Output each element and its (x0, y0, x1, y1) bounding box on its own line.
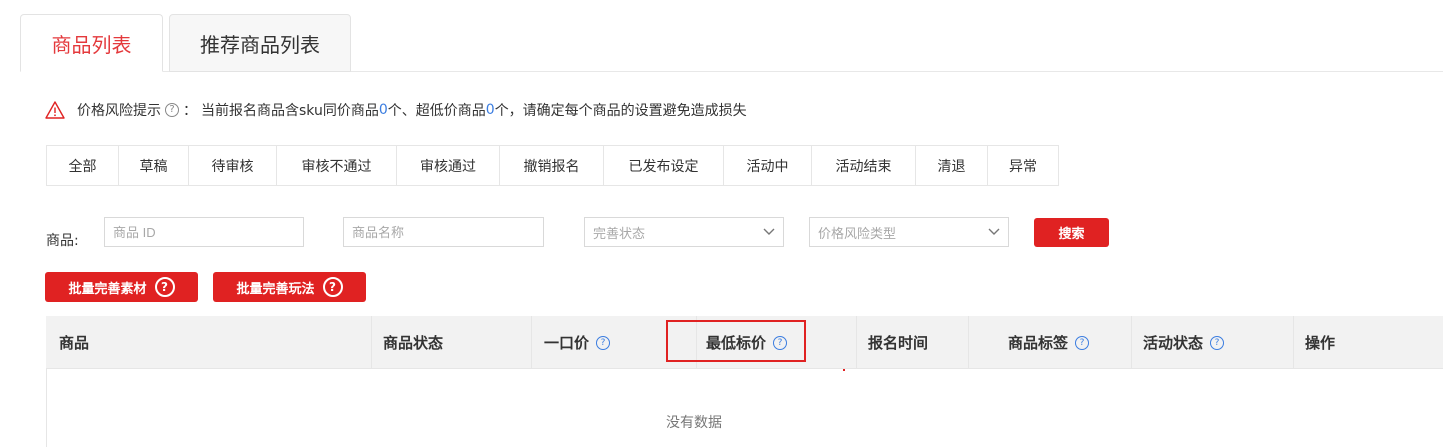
help-icon[interactable]: ? (165, 103, 179, 117)
notice-colon: ： (183, 103, 197, 119)
column-product-tags: 商品标签 ? (1008, 316, 1090, 369)
column-product-status: 商品状态 (383, 334, 444, 352)
column-product: 商品 (59, 334, 90, 352)
chevron-down-icon (988, 228, 1000, 235)
price-risk-type-value: 价格风险类型 (818, 226, 897, 242)
batch-complete-gameplay-button[interactable]: 批量完善玩法 ? (213, 272, 366, 302)
help-icon[interactable]: ? (154, 277, 175, 297)
batch-complete-material-button[interactable]: 批量完善素材 ? (45, 272, 198, 302)
fixed-price-label: 一口价 (544, 334, 590, 352)
column-divider (856, 316, 857, 369)
product-name-input[interactable] (343, 217, 544, 247)
column-signup-time: 报名时间 (868, 334, 929, 352)
table-body (46, 369, 1443, 447)
tab-bar: 商品列表 推荐商品列表 (20, 14, 1443, 72)
status-filter-cancelled[interactable]: 撤销报名 (500, 146, 604, 185)
column-divider (1131, 316, 1132, 369)
min-price-highlight (666, 320, 806, 362)
status-filter-bar: 全部 草稿 待审核 审核不通过 审核通过 撤销报名 已发布设定 活动中 活动结束… (46, 145, 1059, 186)
column-actions: 操作 (1305, 334, 1336, 352)
status-filter-in-progress[interactable]: 活动中 (724, 146, 812, 185)
chevron-down-icon (763, 228, 775, 235)
product-id-input[interactable] (104, 217, 304, 247)
notice-text-1: 当前报名商品含sku同价商品 (201, 103, 379, 119)
column-fixed-price: 一口价 ? (544, 316, 611, 369)
status-filter-pending-review[interactable]: 待审核 (189, 146, 277, 185)
activity-status-label: 活动状态 (1143, 334, 1204, 352)
status-filter-draft[interactable]: 草稿 (119, 146, 189, 185)
completion-status-value: 完善状态 (593, 226, 646, 242)
price-risk-type-select[interactable]: 价格风险类型 (809, 217, 1009, 247)
status-filter-all[interactable]: 全部 (47, 146, 119, 185)
help-icon[interactable]: ? (1075, 335, 1090, 350)
help-icon[interactable]: ? (322, 277, 343, 297)
status-filter-review-rejected[interactable]: 审核不通过 (277, 146, 397, 185)
column-divider (371, 316, 372, 369)
help-icon[interactable]: ? (596, 335, 611, 350)
product-label: 商品: (46, 233, 79, 249)
status-filter-published[interactable]: 已发布设定 (604, 146, 724, 185)
status-filter-review-approved[interactable]: 审核通过 (397, 146, 500, 185)
tab-product-list[interactable]: 商品列表 (20, 14, 163, 72)
batch-material-label: 批量完善素材 (68, 281, 147, 297)
notice-text-3: 个，请确定每个商品的设置避免造成损失 (494, 103, 747, 119)
column-divider (531, 316, 532, 369)
low-price-count: 0 (485, 102, 495, 118)
column-activity-status: 活动状态 ? (1143, 316, 1225, 369)
price-risk-notice: 价格风险提示 ? ： 当前报名商品含sku同价商品 0 个、超低价商品 0 个，… (45, 99, 747, 121)
same-price-count: 0 (378, 102, 388, 118)
help-icon[interactable]: ? (1210, 335, 1225, 350)
tab-recommended-product-list[interactable]: 推荐商品列表 (169, 14, 351, 72)
status-filter-abnormal[interactable]: 异常 (988, 146, 1058, 185)
warning-icon (45, 101, 65, 119)
status-filter-ended[interactable]: 活动结束 (812, 146, 916, 185)
status-filter-removed[interactable]: 清退 (916, 146, 988, 185)
notice-title: 价格风险提示 (77, 103, 161, 119)
column-divider (1293, 316, 1294, 369)
notice-text-2: 个、超低价商品 (387, 103, 486, 119)
product-tags-label: 商品标签 (1008, 334, 1069, 352)
batch-gameplay-label: 批量完善玩法 (236, 281, 315, 297)
search-button[interactable]: 搜索 (1034, 218, 1109, 247)
column-divider (968, 316, 969, 369)
empty-state-text: 没有数据 (666, 415, 722, 431)
completion-status-select[interactable]: 完善状态 (584, 217, 784, 247)
marker-dot (843, 369, 845, 371)
